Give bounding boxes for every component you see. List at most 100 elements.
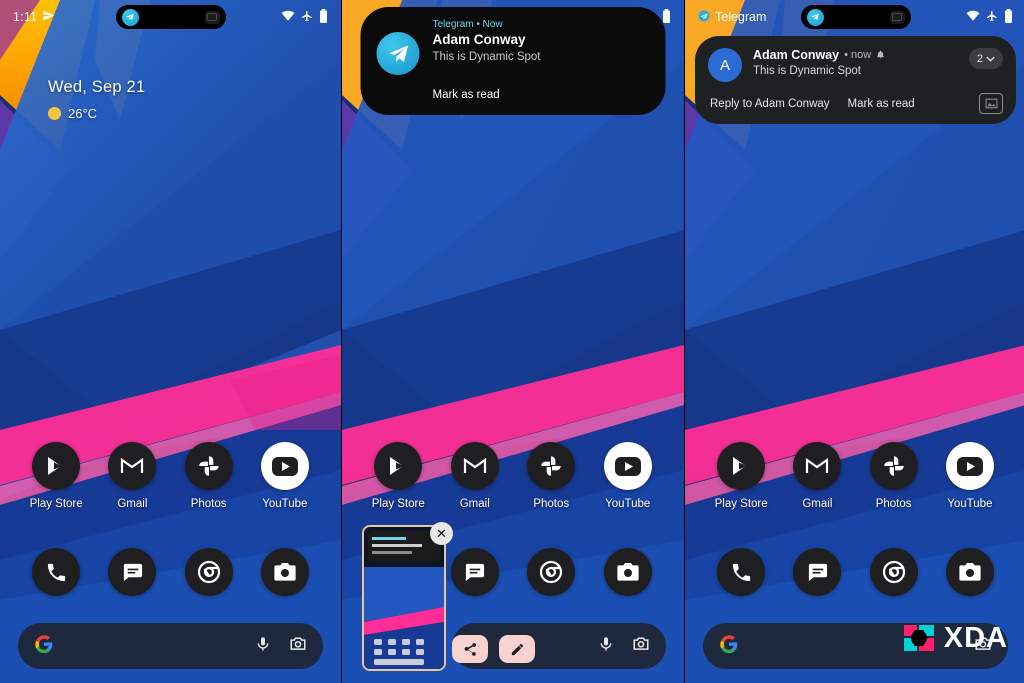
- app-chrome[interactable]: [863, 548, 925, 596]
- telegram-icon: [376, 32, 420, 75]
- app-label: Photos: [875, 498, 912, 510]
- dynamic-spot-notification[interactable]: Telegram • Now Adam Conway This is Dynam…: [360, 7, 666, 115]
- app-youtube[interactable]: YouTube: [939, 442, 1001, 510]
- play-store-icon: [32, 442, 81, 490]
- gmail-icon: [450, 442, 499, 490]
- app-play-store[interactable]: Play Store: [25, 442, 87, 510]
- clock-widget-1: Wed, Sep 21 26°C: [48, 78, 145, 121]
- app-phone[interactable]: [710, 548, 772, 596]
- google-photos-icon: [527, 442, 576, 490]
- phone-1: 1:11 Wed, Sep 21 26°C Play Store Gmail P…: [0, 0, 341, 683]
- mark-as-read-action[interactable]: Mark as read: [848, 98, 915, 110]
- app-label: YouTube: [947, 498, 993, 510]
- app-gmail[interactable]: Gmail: [786, 442, 848, 510]
- youtube-icon: [945, 442, 994, 490]
- microphone-icon[interactable]: [255, 635, 271, 658]
- app-label: Play Store: [714, 498, 768, 510]
- google-g-icon: [34, 634, 54, 659]
- app-row-1-phone-2: Play Store Gmail Photos YouTube: [342, 442, 684, 510]
- share-icon[interactable]: [452, 635, 488, 663]
- app-label: Photos: [533, 498, 570, 510]
- screenshot-preview-thumbnail[interactable]: [362, 525, 446, 671]
- camera-cutout-icon: [889, 10, 905, 24]
- reply-action[interactable]: Reply to Adam Conway: [710, 98, 830, 110]
- app-label: Photos: [190, 498, 227, 510]
- expanded-notification[interactable]: A Adam Conway • now This is Dynamic Spot…: [695, 36, 1016, 124]
- app-row-1-phone-3: Play Store Gmail Photos YouTube: [685, 442, 1024, 510]
- app-photos[interactable]: Photos: [863, 442, 925, 510]
- app-label: YouTube: [605, 498, 651, 510]
- dynamic-spot-pill-1[interactable]: [115, 5, 226, 29]
- google-lens-icon[interactable]: [632, 635, 650, 657]
- chrome-icon: [527, 548, 576, 596]
- gmail-icon: [793, 442, 842, 490]
- pencil-icon[interactable]: [499, 635, 535, 663]
- battery-icon: [319, 8, 328, 26]
- app-gmail[interactable]: Gmail: [444, 442, 506, 510]
- app-play-store[interactable]: Play Store: [367, 442, 429, 510]
- status-time: 1:11: [13, 10, 38, 24]
- telegram-send-icon: [42, 9, 55, 25]
- youtube-icon: [603, 442, 652, 490]
- app-photos[interactable]: Photos: [178, 442, 240, 510]
- app-chrome[interactable]: [520, 548, 582, 596]
- google-g-icon: [719, 634, 739, 659]
- app-label: YouTube: [262, 498, 308, 510]
- app-youtube[interactable]: YouTube: [597, 442, 659, 510]
- phone-3: Telegram A Adam Conway • now This is Dyn…: [685, 0, 1024, 683]
- app-camera[interactable]: [254, 548, 316, 596]
- microphone-icon[interactable]: [598, 635, 614, 658]
- app-row-2-phone-3: [685, 548, 1024, 596]
- airplane-icon: [986, 10, 998, 25]
- camera-icon: [603, 548, 652, 596]
- telegram-icon: [121, 8, 139, 26]
- notification-meta: • now: [844, 49, 872, 61]
- xda-watermark: XDA: [902, 621, 1008, 655]
- notification-sender: Adam Conway: [753, 48, 840, 62]
- mark-as-read-button[interactable]: Mark as read: [433, 89, 650, 101]
- app-label: Play Store: [371, 498, 425, 510]
- app-play-store[interactable]: Play Store: [710, 442, 772, 510]
- telegram-icon: [806, 8, 824, 26]
- battery-icon: [1004, 8, 1013, 26]
- xda-wordmark: XDA: [943, 621, 1008, 654]
- messages-icon: [108, 548, 157, 596]
- app-chrome[interactable]: [178, 548, 240, 596]
- app-label: Play Store: [29, 498, 83, 510]
- app-gmail[interactable]: Gmail: [101, 442, 163, 510]
- google-search-bar-1[interactable]: [18, 623, 323, 669]
- notification-message: This is Dynamic Spot: [753, 65, 862, 77]
- app-phone[interactable]: [25, 548, 87, 596]
- wifi-icon: [281, 10, 295, 24]
- status-app-name: Telegram: [715, 10, 767, 24]
- xda-logo-icon: [902, 621, 936, 655]
- youtube-icon: [260, 442, 309, 490]
- app-messages[interactable]: [786, 548, 848, 596]
- wifi-icon: [966, 10, 980, 24]
- telegram-small-icon: [698, 10, 710, 25]
- google-lens-icon[interactable]: [289, 635, 307, 657]
- play-store-icon: [374, 442, 423, 490]
- notification-silent-icon: [876, 48, 885, 62]
- app-messages[interactable]: [101, 548, 163, 596]
- camera-icon: [260, 548, 309, 596]
- app-camera[interactable]: [939, 548, 1001, 596]
- google-photos-icon: [869, 442, 918, 490]
- notification-message: This is Dynamic Spot: [432, 50, 541, 63]
- app-label: Gmail: [802, 498, 833, 510]
- dynamic-spot-pill-3[interactable]: [800, 5, 911, 29]
- chrome-icon: [184, 548, 233, 596]
- close-icon[interactable]: ✕: [430, 522, 453, 545]
- app-photos[interactable]: Photos: [520, 442, 582, 510]
- app-youtube[interactable]: YouTube: [254, 442, 316, 510]
- notification-app-header: Telegram • Now: [432, 19, 503, 30]
- messages-icon: [793, 548, 842, 596]
- image-attachment-icon[interactable]: [979, 93, 1003, 114]
- app-messages[interactable]: [444, 548, 506, 596]
- notification-count-badge[interactable]: 2: [968, 48, 1003, 69]
- airplane-icon: [301, 10, 313, 25]
- app-label: Gmail: [459, 498, 490, 510]
- messages-icon: [450, 548, 499, 596]
- app-camera[interactable]: [597, 548, 659, 596]
- app-row-1-phone-1: Play Store Gmail Photos YouTube: [0, 442, 341, 510]
